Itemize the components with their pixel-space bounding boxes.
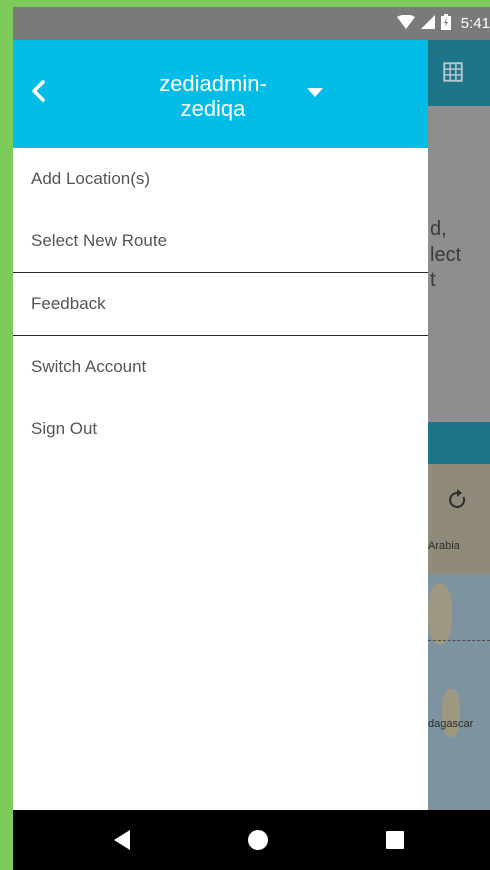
refresh-icon[interactable] — [446, 488, 470, 512]
background-map-header — [428, 422, 490, 464]
nav-recents-button[interactable] — [365, 810, 425, 870]
nav-home-button[interactable] — [228, 810, 288, 870]
nav-back-button[interactable] — [92, 810, 152, 870]
menu-item-add-location[interactable]: Add Location(s) — [13, 148, 428, 210]
caret-down-icon — [307, 87, 323, 97]
drawer-menu: Add Location(s) Select New Route Feedbac… — [13, 148, 428, 460]
device-screen: 5:41 d, lect t Arabia dagascar zediadmin… — [13, 7, 490, 870]
wifi-icon — [396, 14, 415, 33]
status-time: 5:41 — [460, 15, 490, 32]
signal-icon — [420, 14, 435, 33]
background-text-line: t — [430, 269, 436, 291]
back-icon — [114, 830, 130, 850]
menu-item-feedback[interactable]: Feedback — [13, 273, 428, 335]
menu-item-select-new-route[interactable]: Select New Route — [13, 210, 428, 272]
map-label: Arabia — [428, 540, 460, 552]
status-icons: 5:41 — [396, 7, 490, 40]
drawer-header: zediadmin-zediqa — [13, 40, 428, 148]
menu-item-sign-out[interactable]: Sign Out — [13, 398, 428, 460]
home-icon — [248, 830, 268, 850]
background-map: Arabia dagascar — [428, 464, 490, 810]
navigation-drawer: zediadmin-zediqa Add Location(s) Select … — [13, 40, 428, 810]
battery-icon — [440, 13, 451, 34]
background-text-line: lect — [430, 244, 462, 266]
chevron-left-icon — [32, 80, 45, 102]
system-navigation-bar — [13, 810, 490, 870]
background-text-line: d, — [430, 218, 447, 240]
recents-icon — [386, 831, 404, 849]
map-dashed-line — [428, 640, 490, 641]
grid-icon — [443, 62, 463, 82]
account-name[interactable]: zediadmin-zediqa — [133, 71, 293, 121]
account-dropdown-button[interactable] — [303, 82, 327, 102]
map-label: dagascar — [428, 718, 474, 730]
status-bar: 5:41 — [13, 7, 490, 40]
back-button[interactable] — [23, 76, 53, 106]
menu-item-switch-account[interactable]: Switch Account — [13, 336, 428, 398]
